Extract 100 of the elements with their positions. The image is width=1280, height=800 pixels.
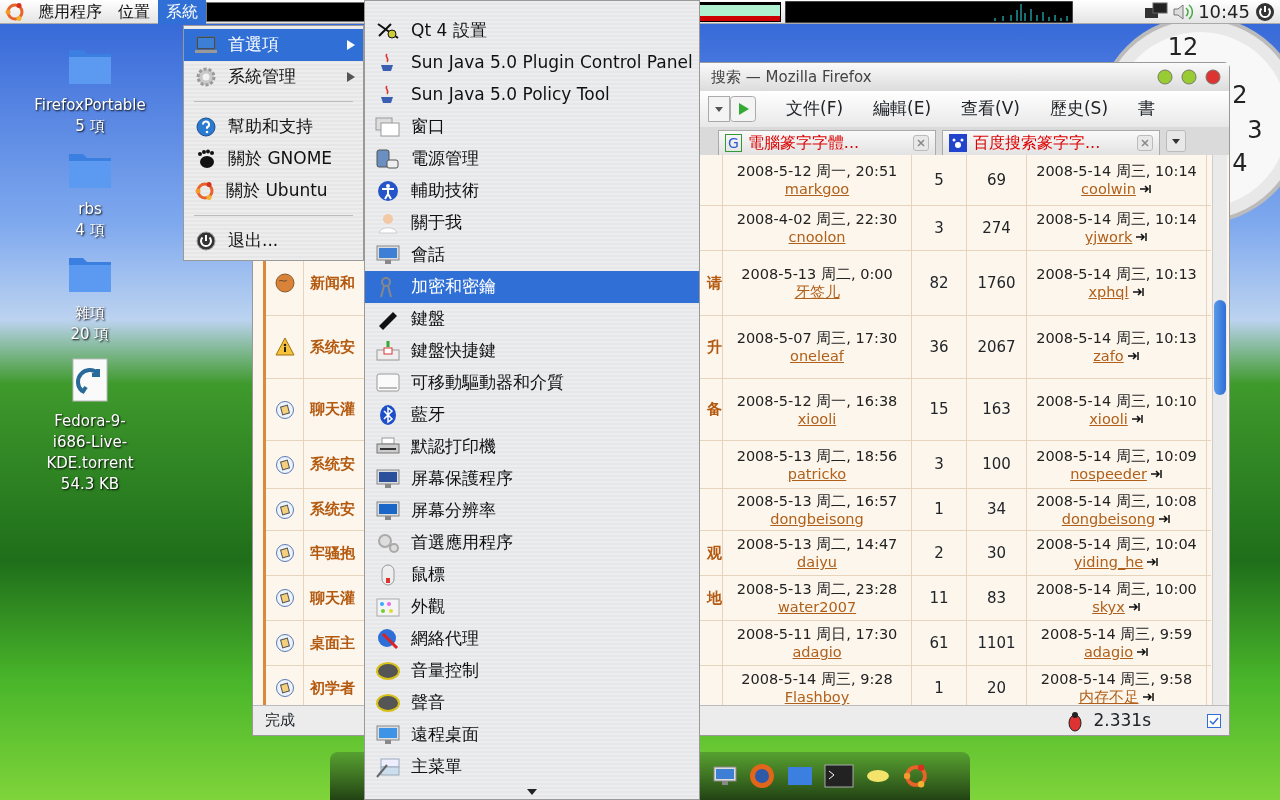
author-link[interactable]: markgoo <box>784 180 850 198</box>
menu-item[interactable]: 屏幕保護程序 <box>365 463 699 495</box>
forum-name[interactable]: 系统安 <box>304 335 355 359</box>
author-link[interactable]: 牙签儿 <box>794 283 840 301</box>
author-link[interactable]: xiooli <box>797 409 837 428</box>
forum-name[interactable]: 聊天灌 <box>304 586 355 610</box>
panel-menu[interactable]: 系統 <box>158 0 206 24</box>
topic-title[interactable]: 升 <box>701 335 722 359</box>
topic-title[interactable]: 备 <box>701 398 722 421</box>
menu-item[interactable]: 關于我 <box>365 207 699 239</box>
menu-item[interactable]: 網絡代理 <box>365 623 699 655</box>
menu-item[interactable]: 書 <box>1138 96 1156 122</box>
menu-item[interactable]: 音量控制 <box>365 655 699 687</box>
menu-item[interactable]: 遠程桌面 <box>365 719 699 751</box>
terminal-icon[interactable] <box>824 763 854 789</box>
menu-item[interactable]: 電源管理 <box>365 143 699 175</box>
author-link[interactable]: dongbeisong <box>770 509 864 528</box>
menu-item[interactable]: 默認打印機 <box>365 431 699 463</box>
go-to-post-icon[interactable] <box>1137 647 1150 657</box>
menu-item[interactable]: 關於 Ubuntu <box>184 175 363 207</box>
browser-tab[interactable]: G 電腦篆字字體... <box>718 130 936 155</box>
menu-item[interactable]: Qt 4 設置 <box>365 15 699 47</box>
tab-list-button[interactable] <box>1166 130 1186 152</box>
menu-item[interactable]: 鍵盤 <box>365 303 699 335</box>
forum-name[interactable]: 桌面主 <box>304 631 355 655</box>
panel-clock[interactable]: 10:45 <box>1198 0 1250 25</box>
author-link[interactable]: nospeeder <box>1070 464 1147 483</box>
author-link[interactable]: daiyu <box>797 553 837 571</box>
menu-item[interactable]: 幫助和支持 <box>184 111 363 143</box>
author-link[interactable]: yjwork <box>1084 228 1133 246</box>
menu-item[interactable]: 窗口 <box>365 111 699 143</box>
checkbox-icon[interactable] <box>1207 713 1221 728</box>
forum-name[interactable]: 初学者 <box>304 676 355 700</box>
topic-title[interactable]: 请 <box>701 271 722 295</box>
menu-item[interactable]: 外觀 <box>365 591 699 623</box>
menu-item[interactable]: 鼠標 <box>365 559 699 591</box>
author-link[interactable]: dongbeisong <box>1061 509 1156 528</box>
menu-item[interactable]: 鍵盤快捷鍵 <box>365 335 699 367</box>
author-link[interactable]: skyx <box>1092 598 1125 616</box>
browser-tab[interactable]: 百度搜索篆字字... <box>942 130 1160 155</box>
dropdown-button[interactable] <box>708 96 730 122</box>
menu-item[interactable]: 會話 <box>365 239 699 271</box>
forum-name[interactable]: 牢骚抱 <box>304 541 355 565</box>
go-to-post-icon[interactable] <box>1147 557 1160 567</box>
minimize-button[interactable] <box>1157 69 1173 85</box>
author-link[interactable]: patricko <box>787 464 847 483</box>
menu-item[interactable]: Sun Java 5.0 Plugin Control Panel <box>365 47 699 79</box>
author-link[interactable]: adagio <box>792 643 842 661</box>
menu-item[interactable]: 聲音 <box>365 687 699 719</box>
menu-item[interactable]: 查看(V) <box>961 96 1020 122</box>
go-to-post-icon[interactable] <box>1142 692 1155 702</box>
forum-name[interactable]: 系统安 <box>304 453 355 476</box>
author-link[interactable]: cnoolon <box>788 228 846 246</box>
menu-item[interactable]: 關於 GNOME <box>184 143 363 175</box>
menu-item[interactable]: 退出... <box>184 225 363 257</box>
author-link[interactable]: zafo <box>1093 347 1124 365</box>
go-button[interactable] <box>730 96 756 122</box>
author-link[interactable]: adagio <box>1083 643 1134 661</box>
menu-item[interactable]: 屏幕分辨率 <box>365 495 699 527</box>
menu-item[interactable]: 加密和密鑰 <box>365 271 699 303</box>
go-to-post-icon[interactable] <box>1150 468 1163 479</box>
menu-item[interactable]: 可移動驅動器和介質 <box>365 367 699 399</box>
author-link[interactable]: 内存不足 <box>1078 688 1139 705</box>
forum-name[interactable]: 系统安 <box>304 498 355 521</box>
menu-item[interactable]: 主菜單 <box>365 751 699 783</box>
menu-item[interactable]: 輔助技術 <box>365 175 699 207</box>
menu-item[interactable]: 系統管理 <box>184 61 363 93</box>
topic-title[interactable]: 观 <box>701 541 722 565</box>
forum-name[interactable]: 新闻和 <box>304 271 355 295</box>
go-to-post-icon[interactable] <box>1159 513 1172 524</box>
go-to-post-icon[interactable] <box>1132 287 1145 297</box>
go-to-post-icon[interactable] <box>1127 351 1140 361</box>
go-to-post-icon[interactable] <box>1139 184 1152 194</box>
author-link[interactable]: water2007 <box>777 598 857 616</box>
maximize-button[interactable] <box>1181 69 1197 85</box>
shutdown-icon[interactable] <box>1254 0 1276 23</box>
author-link[interactable]: xphql <box>1088 283 1129 301</box>
go-to-post-icon[interactable] <box>1131 413 1144 424</box>
author-link[interactable]: xiooli <box>1089 409 1128 428</box>
menu-item[interactable]: 編輯(E) <box>873 96 932 122</box>
menu-item[interactable]: Sun Java 5.0 Policy Tool <box>365 79 699 111</box>
menu-item[interactable]: 藍牙 <box>365 399 699 431</box>
menu-item[interactable]: 歷史(S) <box>1049 96 1109 122</box>
forum-name[interactable]: 聊天灌 <box>304 398 355 421</box>
menu-item[interactable]: 首選項 <box>184 29 363 61</box>
scroll-down-icon[interactable] <box>527 789 537 795</box>
author-link[interactable]: yiding_he <box>1073 553 1144 571</box>
topic-title[interactable]: 地 <box>701 586 722 610</box>
panel-menu[interactable]: 應用程序 <box>30 0 110 24</box>
author-link[interactable]: coolwin <box>1081 180 1136 198</box>
author-link[interactable]: Flashboy <box>784 688 850 705</box>
go-to-post-icon[interactable] <box>1136 232 1149 242</box>
close-button[interactable] <box>1205 69 1221 85</box>
tab-close-button[interactable] <box>913 135 929 151</box>
author-link[interactable]: oneleaf <box>790 347 844 365</box>
menu-item[interactable]: 文件(F) <box>786 96 844 122</box>
menu-item[interactable]: 首選應用程序 <box>365 527 699 559</box>
scrollbar[interactable] <box>1212 155 1227 705</box>
panel-menu[interactable]: 位置 <box>110 0 158 24</box>
tab-close-button[interactable] <box>1137 135 1153 151</box>
